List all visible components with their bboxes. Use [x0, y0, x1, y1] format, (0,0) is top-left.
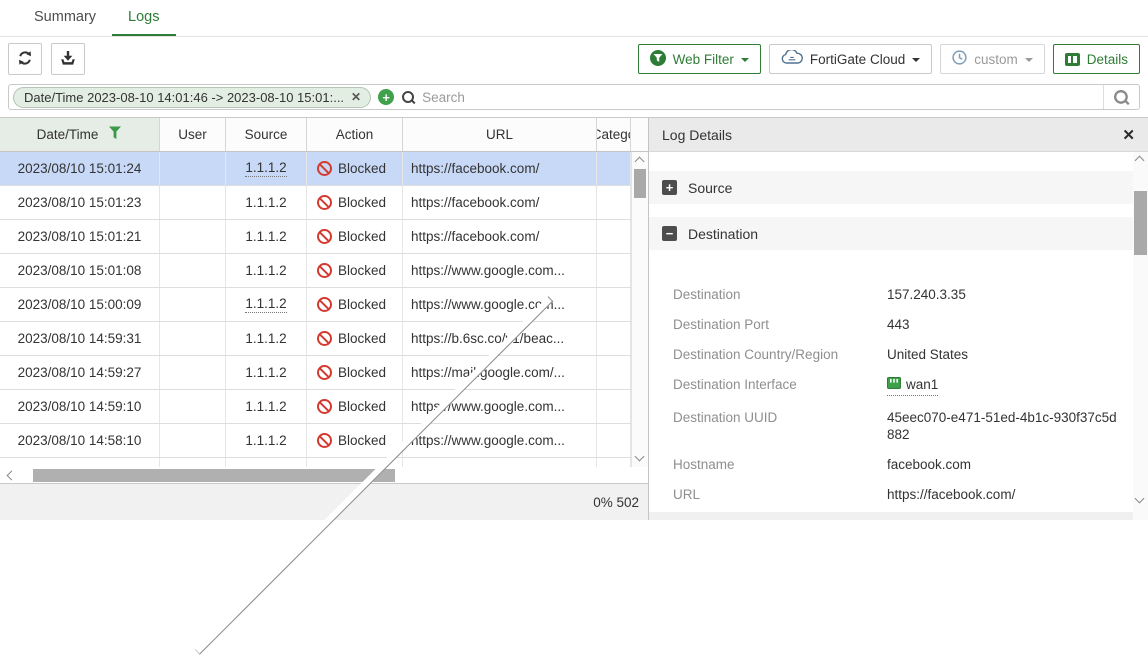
download-icon [60, 50, 76, 69]
log-table-panel: Date/Time User Source Action URL Catego … [0, 118, 648, 520]
log-type-label: Web Filter [673, 52, 734, 67]
time-range-dropdown[interactable]: custom [940, 44, 1045, 74]
interface-link[interactable]: wan1 [887, 376, 938, 396]
prohibition-icon [317, 195, 332, 210]
prohibition-icon [317, 229, 332, 244]
scroll-down-icon[interactable] [1135, 494, 1145, 504]
prohibition-icon [317, 433, 332, 448]
tab-summary[interactable]: Summary [18, 0, 112, 36]
columns-icon [1065, 53, 1080, 66]
destination-fields: Destination 157.240.3.35 Destination Por… [649, 263, 1148, 503]
field-destination-country: Destination Country/Region United States [673, 346, 1148, 363]
scrollbar-corner [631, 118, 648, 151]
next-section-strip [649, 512, 1133, 520]
prohibition-icon [317, 263, 332, 278]
column-header-url[interactable]: URL [403, 118, 597, 151]
clock-icon [952, 50, 967, 68]
scrollbar-thumb[interactable] [634, 169, 646, 198]
section-source-label: Source [688, 180, 732, 196]
details-vertical-scrollbar[interactable] [1133, 152, 1148, 520]
chevron-down-icon [1025, 58, 1033, 62]
section-destination-label: Destination [688, 226, 758, 242]
log-type-dropdown[interactable]: Web Filter [638, 44, 761, 74]
details-label: Details [1087, 52, 1128, 67]
table-vertical-scrollbar[interactable] [631, 152, 648, 467]
web-filter-shield-icon [650, 50, 666, 69]
search-bar: Date/Time 2023-08-10 14:01:46 -> 2023-08… [8, 84, 1140, 110]
scroll-up-icon[interactable] [1135, 156, 1145, 166]
field-destination-port: Destination Port 443 [673, 316, 1148, 333]
table-row[interactable]: 2023/08/10 15:01:21 1.1.1.2 Blocked http… [0, 220, 648, 254]
search-icon [1113, 88, 1130, 105]
chip-close-icon[interactable]: ✕ [351, 90, 361, 104]
filter-chip-label: Date/Time 2023-08-10 14:01:46 -> 2023-08… [24, 90, 344, 105]
tab-logs[interactable]: Logs [112, 0, 175, 36]
chevron-down-icon [912, 58, 920, 62]
field-destination-interface: Destination Interface [673, 376, 1148, 396]
table-row[interactable]: 2023/08/10 15:00:09 1.1.1.2 Blocked http… [0, 288, 648, 322]
refresh-icon [17, 50, 33, 69]
field-destination-uuid: Destination UUID 45eec070-e471-51ed-4b1c… [673, 409, 1148, 443]
details-toggle-button[interactable]: Details [1053, 44, 1140, 74]
table-horizontal-scrollbar[interactable] [0, 467, 648, 484]
log-source-label: FortiGate Cloud [810, 52, 905, 67]
log-details-header: Log Details ✕ [649, 118, 1148, 152]
log-details-content: + Source − Destination Destination 157.2… [649, 152, 1148, 520]
main-area: Date/Time User Source Action URL Catego … [0, 117, 1148, 520]
column-header-category[interactable]: Catego [597, 118, 631, 151]
section-source[interactable]: + Source [649, 171, 1133, 204]
chevron-down-icon [741, 58, 749, 62]
refresh-button[interactable] [8, 43, 42, 75]
scrollbar-thumb[interactable] [33, 469, 395, 482]
search-icon [401, 90, 416, 105]
scroll-down-icon[interactable] [635, 452, 645, 462]
scrollbar-thumb[interactable] [1134, 191, 1147, 255]
prohibition-icon [317, 365, 332, 380]
status-bar: 0% 502 [0, 484, 648, 520]
column-header-user[interactable]: User [160, 118, 226, 151]
table-row[interactable]: 2023/08/10 14:59:31 1.1.1.2 Blocked http… [0, 322, 648, 356]
field-hostname: Hostname facebook.com [673, 456, 1148, 473]
table-row[interactable]: 2023/08/10 15:01:23 1.1.1.2 Blocked http… [0, 186, 648, 220]
filter-funnel-icon[interactable] [108, 126, 122, 143]
search-submit-button[interactable] [1103, 85, 1139, 109]
prohibition-icon [317, 399, 332, 414]
table-row[interactable]: 2023/08/10 14:59:10 1.1.1.2 Blocked http… [0, 390, 648, 424]
section-destination[interactable]: − Destination [649, 217, 1133, 250]
table-row[interactable]: 2023/08/10 15:01:24 1.1.1.2 Blocked http… [0, 152, 648, 186]
table-row[interactable]: 2023/08/10 15:01:08 1.1.1.2 Blocked http… [0, 254, 648, 288]
time-range-label: custom [974, 52, 1018, 67]
search-input[interactable] [422, 90, 1103, 105]
table-header: Date/Time User Source Action URL Catego [0, 118, 648, 152]
cloud-icon [781, 50, 803, 68]
column-header-action[interactable]: Action [307, 118, 403, 151]
scroll-left-icon[interactable] [7, 471, 17, 481]
log-details-title: Log Details [662, 127, 732, 143]
status-text: 0% 502 [593, 495, 639, 510]
prohibition-icon [317, 161, 332, 176]
ethernet-port-icon [887, 376, 901, 393]
table-rows-viewport: 2023/08/10 15:01:24 1.1.1.2 Blocked http… [0, 152, 648, 467]
log-source-dropdown[interactable]: FortiGate Cloud [769, 44, 932, 74]
column-header-datetime[interactable]: Date/Time [0, 118, 160, 151]
tab-bar: Summary Logs [0, 0, 1148, 37]
field-url: URL https://facebook.com/ [673, 486, 1148, 503]
prohibition-icon [317, 331, 332, 346]
add-filter-button[interactable]: + [378, 89, 394, 105]
table-row[interactable]: 2023/08/10 14:58:10 1.1.1.2 Blocked http… [0, 424, 648, 458]
toolbar: Web Filter FortiGate Cloud custom [0, 37, 1148, 81]
expand-icon[interactable]: + [662, 180, 677, 195]
table-row[interactable] [0, 458, 648, 467]
filter-chip[interactable]: Date/Time 2023-08-10 14:01:46 -> 2023-08… [13, 87, 371, 108]
toolbar-right-group: Web Filter FortiGate Cloud custom [638, 44, 1140, 74]
scroll-up-icon[interactable] [635, 157, 645, 167]
download-button[interactable] [51, 43, 85, 75]
log-details-panel: Log Details ✕ + Source − Destination Des… [648, 118, 1148, 520]
close-icon[interactable]: ✕ [1122, 126, 1135, 144]
collapse-icon[interactable]: − [662, 226, 677, 241]
prohibition-icon [317, 297, 332, 312]
column-header-source[interactable]: Source [226, 118, 307, 151]
table-row[interactable]: 2023/08/10 14:59:27 1.1.1.2 Blocked http… [0, 356, 648, 390]
field-destination: Destination 157.240.3.35 [673, 286, 1148, 303]
